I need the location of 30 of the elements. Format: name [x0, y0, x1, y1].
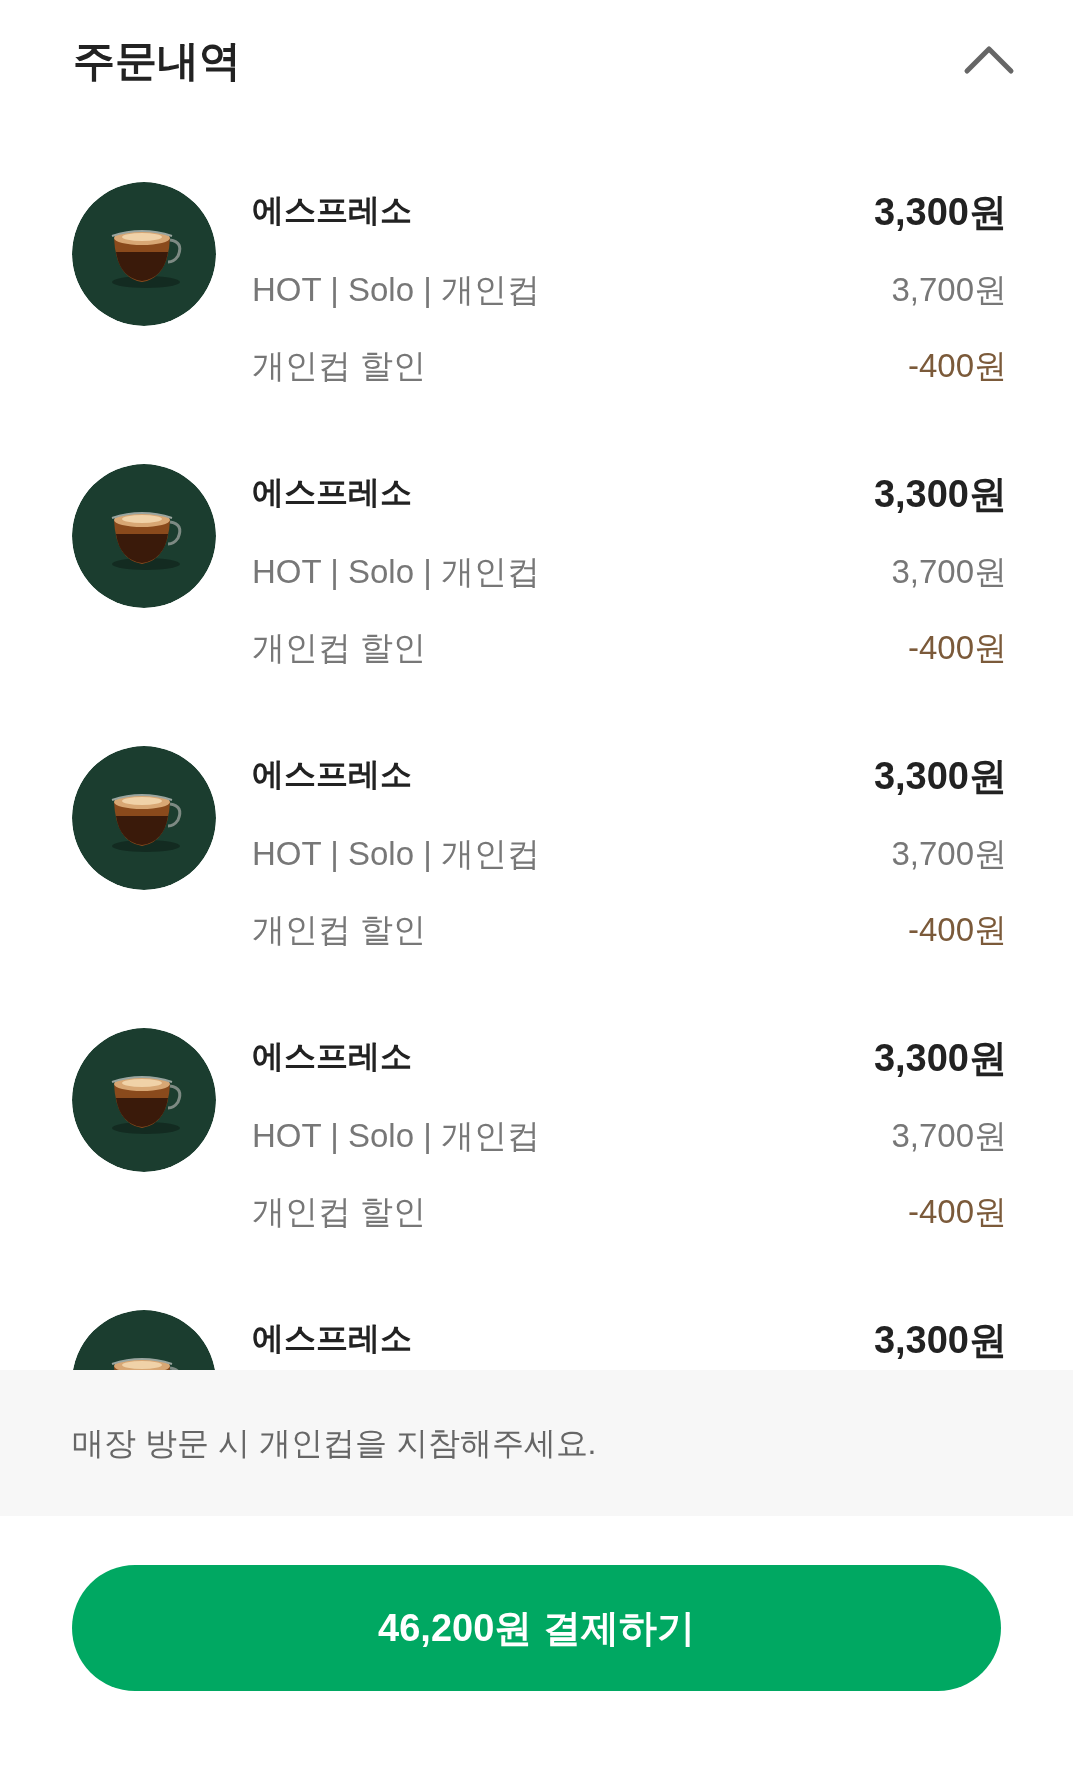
item-price: 3,300원	[873, 1036, 1007, 1081]
section-title: 주문내역	[73, 35, 241, 86]
chevron-up-icon	[963, 45, 1015, 75]
discount-label: 개인컵 할인	[252, 1192, 427, 1232]
discount-amount: -400원	[907, 1192, 1007, 1232]
item-options: HOT | Solo | 개인컵	[252, 816, 540, 892]
item-price: 3,300원	[873, 472, 1007, 517]
item-name: 에스프레소	[252, 755, 412, 794]
discount-amount: -400원	[907, 910, 1007, 950]
item-options: HOT | Solo | 개인컵	[252, 534, 540, 610]
discount-label: 개인컵 할인	[252, 910, 427, 950]
item-price: 3,300원	[873, 1318, 1007, 1363]
original-price: 3,700원	[891, 1116, 1007, 1156]
discount-label: 개인컵 할인	[252, 346, 427, 386]
discount-label: 개인컵 할인	[252, 628, 427, 668]
original-price: 3,700원	[891, 552, 1007, 592]
item-name: 에스프레소	[252, 191, 412, 230]
item-price: 3,300원	[873, 190, 1007, 235]
original-price: 3,700원	[891, 834, 1007, 874]
item-price: 3,300원	[873, 754, 1007, 799]
item-name: 에스프레소	[252, 1319, 412, 1358]
item-options: HOT | Solo | 개인컵	[252, 252, 540, 328]
discount-amount: -400원	[907, 628, 1007, 668]
original-price: 3,700원	[891, 270, 1007, 310]
discount-amount: -400원	[907, 346, 1007, 386]
notice-text: 매장 방문 시 개인컵을 지참해주세요.	[72, 1424, 597, 1463]
item-options: HOT | Solo | 개인컵	[252, 1098, 540, 1174]
item-name: 에스프레소	[252, 1037, 412, 1076]
pay-button[interactable]: 46,200원 결제하기	[72, 1565, 1001, 1691]
item-name: 에스프레소	[252, 473, 412, 512]
